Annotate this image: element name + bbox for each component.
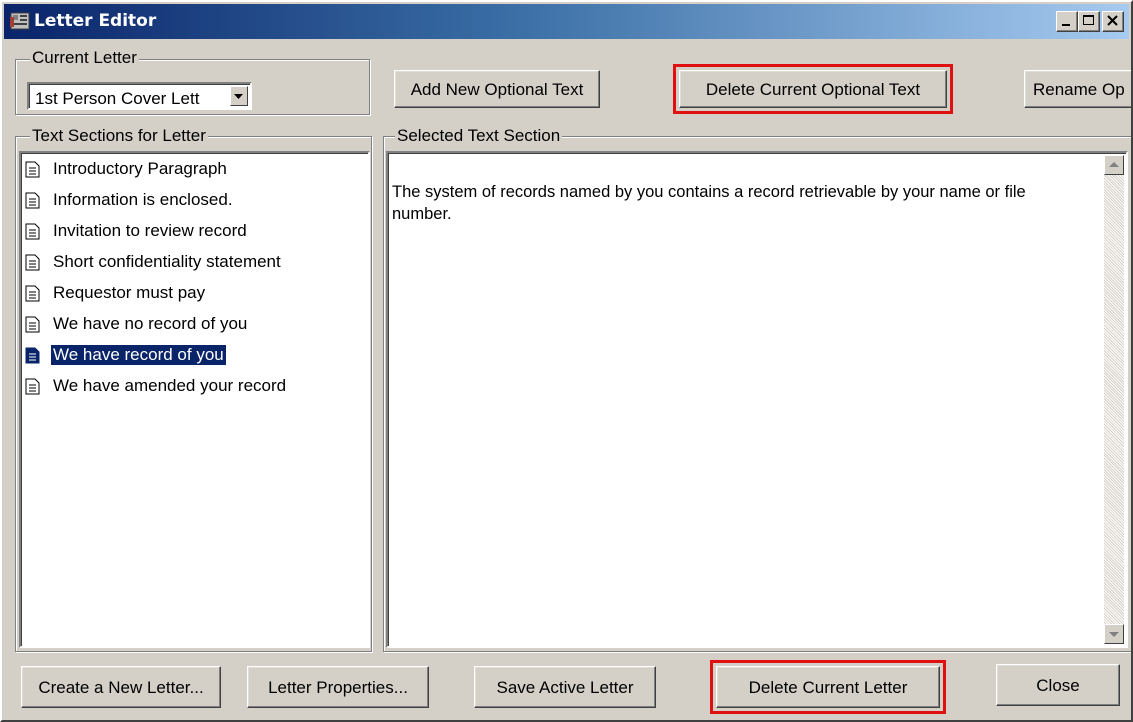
text-sections-label: Text Sections for Letter: [30, 126, 208, 145]
chevron-down-icon: [1109, 632, 1119, 637]
letter-editor-icon: [10, 12, 30, 30]
maximize-icon: [1083, 15, 1094, 25]
list-item-label: Short confidentiality statement: [53, 252, 281, 271]
combobox-dropdown-button[interactable]: [230, 86, 248, 106]
delete-optional-text-button[interactable]: Delete Current Optional Text: [679, 70, 947, 108]
current-letter-value: 1st Person Cover Lett: [35, 89, 200, 108]
document-icon: [25, 254, 40, 271]
document-icon: [25, 378, 40, 395]
text-sections-list[interactable]: Introductory Paragraph Information is en…: [19, 151, 370, 648]
document-icon: [25, 285, 40, 302]
window-title: Letter Editor: [34, 11, 157, 31]
title-bar[interactable]: Letter Editor: [4, 4, 1129, 39]
list-item-label: Information is enclosed.: [53, 190, 233, 209]
list-item-label: We have amended your record: [53, 376, 287, 395]
vertical-scrollbar[interactable]: [1104, 155, 1124, 644]
scroll-up-button[interactable]: [1104, 155, 1124, 175]
list-item-label: We have record of you: [50, 344, 227, 366]
current-letter-label: Current Letter: [30, 48, 139, 67]
create-letter-label: Create a New Letter...: [38, 678, 204, 697]
delete-letter-label: Delete Current Letter: [748, 678, 908, 697]
rename-optional-text-button[interactable]: Rename Op: [1024, 70, 1131, 108]
list-item-label: We have no record of you: [53, 314, 248, 333]
close-label: Close: [1036, 676, 1080, 695]
selected-text-editor[interactable]: The system of records named by you conta…: [386, 151, 1128, 648]
document-icon: [25, 316, 40, 333]
letter-properties-label: Letter Properties...: [268, 678, 408, 697]
current-letter-combobox[interactable]: 1st Person Cover Lett: [27, 82, 252, 110]
delete-letter-button[interactable]: Delete Current Letter: [716, 666, 940, 708]
letter-properties-button[interactable]: Letter Properties...: [247, 666, 429, 708]
document-icon: [25, 347, 40, 364]
scroll-down-button[interactable]: [1104, 624, 1124, 644]
add-optional-text-label: Add New Optional Text: [410, 80, 584, 99]
save-letter-button[interactable]: Save Active Letter: [474, 666, 656, 708]
close-button[interactable]: Close: [996, 664, 1120, 706]
save-letter-label: Save Active Letter: [496, 678, 634, 697]
minimize-button[interactable]: [1056, 11, 1078, 32]
delete-optional-text-label: Delete Current Optional Text: [705, 80, 921, 99]
close-icon: [1107, 15, 1118, 26]
add-optional-text-button[interactable]: Add New Optional Text: [394, 70, 600, 108]
close-window-button[interactable]: [1102, 11, 1124, 32]
document-icon: [25, 192, 40, 209]
chevron-down-icon: [234, 94, 243, 99]
document-icon: [25, 223, 40, 240]
create-letter-button[interactable]: Create a New Letter...: [21, 666, 221, 708]
minimize-icon: [1062, 24, 1070, 26]
list-item-label: Introductory Paragraph: [53, 159, 227, 178]
selected-text-section-label: Selected Text Section: [395, 126, 563, 145]
rename-optional-text-label: Rename Op: [1033, 80, 1125, 99]
chevron-up-icon: [1109, 162, 1119, 167]
list-item-label: Invitation to review record: [53, 221, 247, 240]
list-item-label: Requestor must pay: [53, 283, 206, 302]
document-icon: [25, 161, 40, 178]
selected-text-content: The system of records named by you conta…: [392, 183, 1026, 223]
letter-editor-window: Letter Editor Current Letter 1st Person …: [0, 0, 1133, 722]
maximize-button[interactable]: [1078, 11, 1100, 32]
